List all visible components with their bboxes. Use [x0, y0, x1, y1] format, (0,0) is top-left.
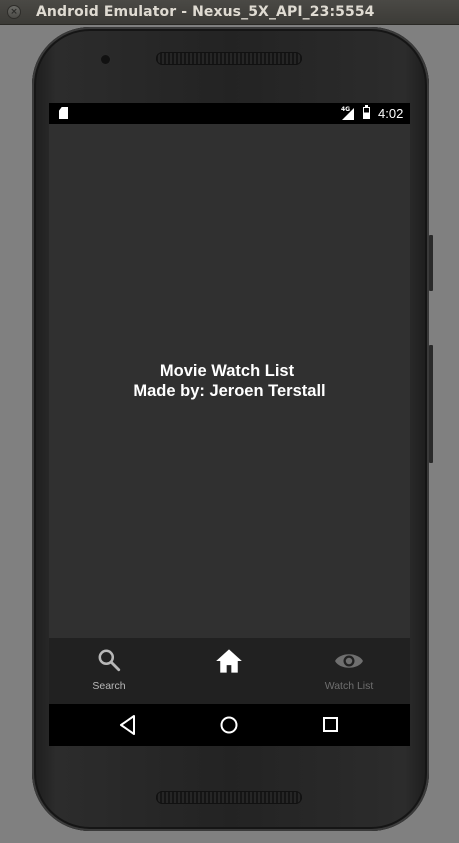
battery-icon — [363, 105, 370, 119]
nav-label-search: Search — [92, 680, 126, 692]
window-title: Android Emulator - Nexus_5X_API_23:5554 — [36, 4, 375, 20]
eye-icon — [335, 654, 363, 668]
status-bar: 4G 4:02 — [49, 103, 410, 124]
author-text: Made by: Jeroen Terstall — [133, 382, 326, 400]
nav-item-search[interactable]: Search — [49, 638, 169, 704]
volume-button[interactable] — [429, 345, 433, 463]
recents-icon[interactable] — [322, 716, 340, 734]
power-button[interactable] — [429, 235, 433, 291]
system-navigation-bar — [49, 704, 410, 746]
home-icon — [216, 649, 242, 673]
title-bar: × Android Emulator - Nexus_5X_API_23:555… — [0, 0, 459, 25]
home-circle-icon[interactable] — [219, 715, 239, 735]
sd-card-icon — [59, 107, 68, 119]
bottom-navigation: Search Watch List — [49, 638, 410, 704]
network-type: 4G — [341, 106, 351, 113]
emulator-window: × Android Emulator - Nexus_5X_API_23:555… — [0, 0, 459, 843]
app-info: Movie Watch List Made by: Jeroen Terstal… — [49, 361, 410, 401]
close-icon[interactable]: × — [7, 5, 21, 19]
back-icon[interactable] — [118, 714, 138, 736]
bottom-speaker — [156, 791, 302, 804]
device-screen: 4G 4:02 Movie Watch List Made by: Jeroen… — [49, 103, 410, 746]
nav-item-home[interactable] — [169, 638, 289, 704]
app-title: Movie Watch List — [159, 362, 295, 380]
top-speaker — [156, 52, 302, 65]
search-icon — [98, 649, 121, 672]
main-content: Movie Watch List Made by: Jeroen Terstal… — [49, 124, 410, 638]
nav-item-watch-list[interactable]: Watch List — [289, 638, 409, 704]
nav-label-watch-list: Watch List — [324, 680, 374, 692]
front-camera — [101, 55, 110, 64]
status-time: 4:02 — [378, 106, 404, 121]
